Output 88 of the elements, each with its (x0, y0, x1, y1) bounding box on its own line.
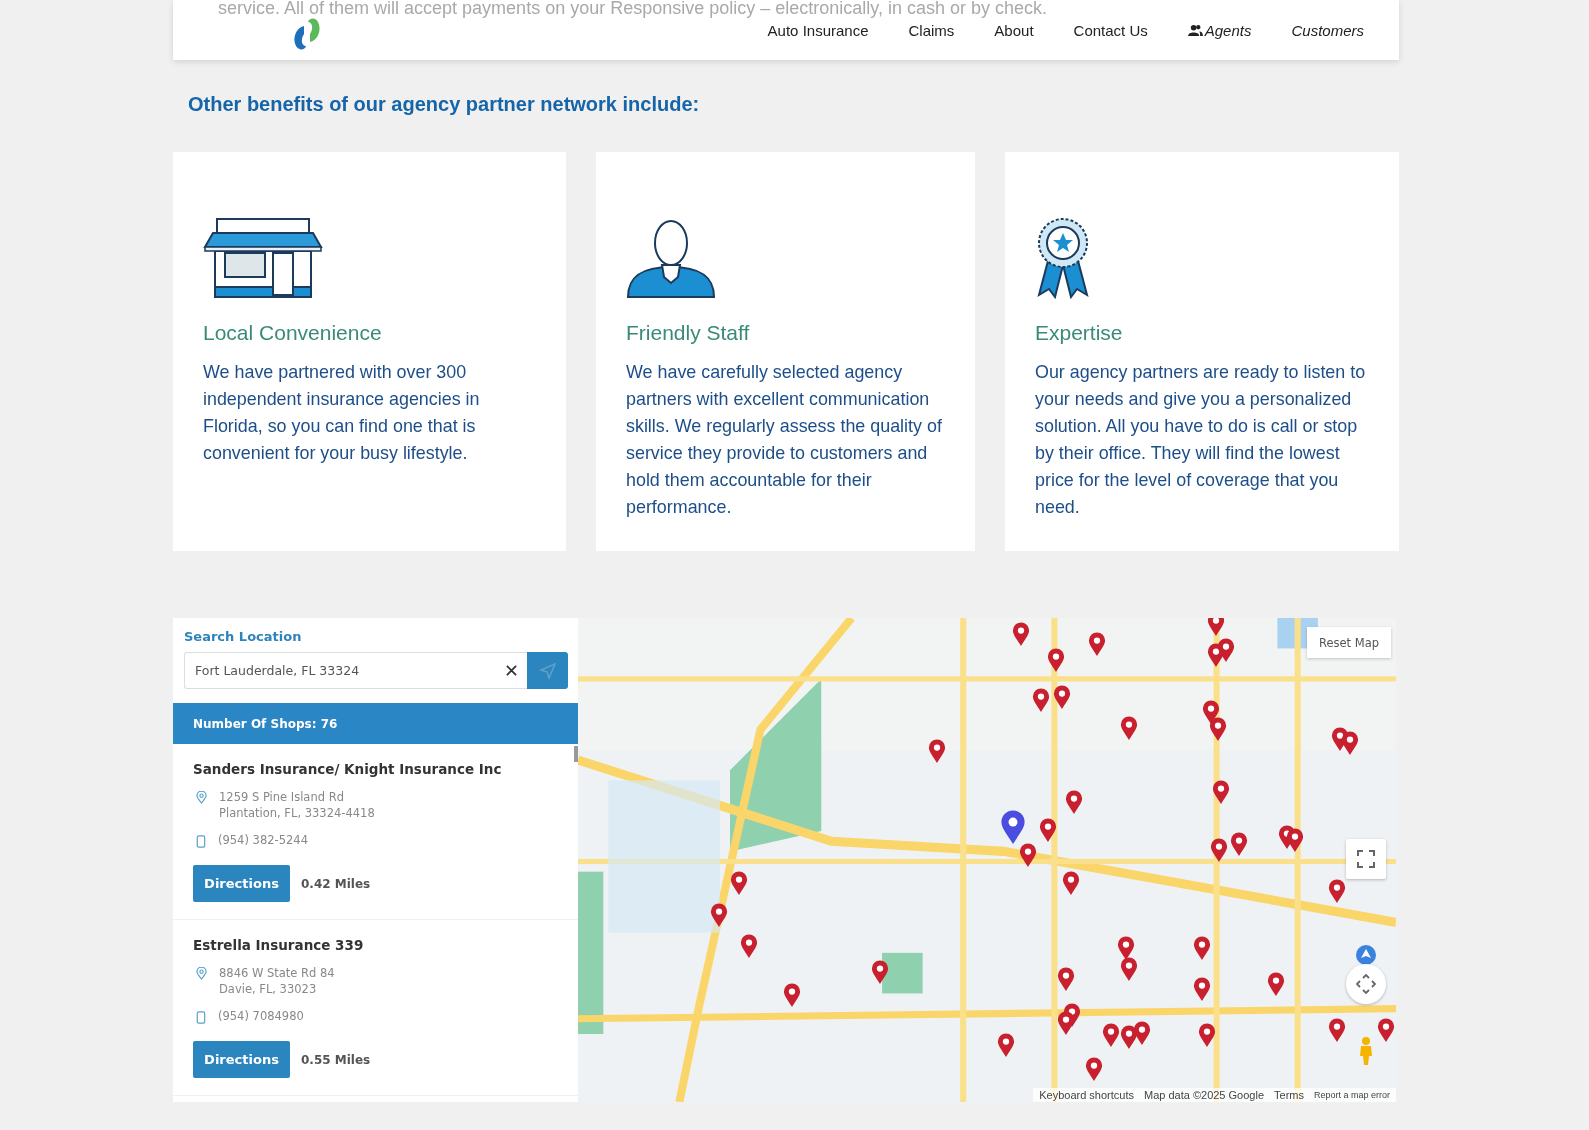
phone-icon (196, 1011, 206, 1024)
attribution-link[interactable]: Terms (1274, 1089, 1304, 1101)
person-icon (626, 217, 716, 299)
search-label: Search Location (184, 629, 303, 644)
map-pin-icon[interactable] (740, 933, 759, 960)
fullscreen-button[interactable] (1346, 839, 1386, 879)
location-icon (196, 967, 207, 980)
directions-button[interactable]: Directions (193, 865, 290, 902)
map-pin-icon[interactable] (1229, 831, 1248, 858)
nav-link[interactable]: Customers (1291, 21, 1364, 39)
distance-text: 0.42 Miles (301, 876, 371, 891)
map-pin-icon[interactable] (1132, 1020, 1151, 1047)
nav-link[interactable]: Claims (908, 21, 955, 39)
location-icon (196, 791, 207, 804)
close-icon[interactable] (506, 665, 517, 676)
card-description: We have partnered with over 300 independent insurance agencies in Florida, so you can find one that is convenient for your busy lifestyle. (203, 361, 481, 465)
map-pin-icon[interactable] (1206, 618, 1225, 638)
map-pin-icon[interactable] (1102, 1022, 1121, 1049)
shop-name: Estrella Insurance 339 (193, 937, 365, 953)
award-ribbon-icon (1035, 217, 1091, 299)
map-pin-icon[interactable] (1032, 687, 1051, 714)
map-pin-icon[interactable] (1285, 827, 1304, 854)
shop-count: Number Of Shops: 76 (193, 716, 338, 731)
map-pin-icon[interactable] (871, 959, 890, 986)
map-pin-icon[interactable] (730, 870, 749, 897)
map-pin-icon[interactable] (1087, 631, 1106, 658)
map-pin-icon[interactable] (1084, 1055, 1103, 1082)
map-pin-icon[interactable] (1052, 684, 1071, 711)
map-pin-icon[interactable] (1056, 1010, 1075, 1037)
address-line: 1259 S Pine Island Rd (219, 789, 345, 805)
attribution-link[interactable]: Report a map error (1313, 1090, 1390, 1100)
address-line: Plantation, FL, 33324-4418 (219, 805, 375, 821)
map-pin-icon[interactable] (927, 738, 946, 765)
card-title: Friendly Staff (626, 321, 751, 345)
nav-link[interactable]: Agents (1187, 21, 1252, 39)
nav-link[interactable]: Contact Us (1073, 21, 1148, 39)
map-pin-icon[interactable] (1216, 636, 1235, 663)
map-pin-icon[interactable] (1193, 935, 1212, 962)
users-icon (1187, 23, 1203, 37)
card-title: Local Convenience (203, 321, 383, 345)
map-pin-icon[interactable] (1120, 714, 1139, 741)
phone-icon (196, 835, 206, 848)
fullscreen-icon (1357, 850, 1375, 868)
map-pin-icon[interactable] (1209, 837, 1228, 864)
map-pin-icon[interactable] (1064, 788, 1083, 815)
section-heading: Other benefits of our agency partner network include: (188, 93, 701, 116)
map-pin-icon[interactable] (1208, 715, 1227, 742)
distance-text: 0.55 Miles (301, 1052, 371, 1067)
nav-link[interactable]: About (994, 21, 1034, 39)
map-pin-icon[interactable] (1056, 966, 1075, 993)
map-pin-icon[interactable] (1120, 956, 1139, 983)
map-pin-icon[interactable] (1328, 878, 1347, 905)
attribution-link[interactable]: Map data ©2025 Google (1144, 1089, 1264, 1101)
phone-number: (954) 382-5244 (218, 833, 308, 847)
reset-map-button[interactable]: Reset Map (1306, 627, 1391, 658)
nav-link[interactable]: Auto Insurance (767, 21, 869, 39)
map-pin-icon[interactable] (999, 809, 1026, 846)
attribution-link[interactable]: Keyboard shortcuts (1039, 1089, 1134, 1101)
search-field[interactable]: Fort Lauderdale, FL 33324 (184, 652, 527, 689)
map-pin-icon[interactable] (1011, 621, 1030, 648)
map-pin-icon[interactable] (709, 902, 728, 929)
move-icon (1356, 974, 1376, 994)
shop-name: Sanders Insurance/ Knight Insurance Inc (193, 761, 503, 777)
phone-number: (954) 7084980 (218, 1009, 304, 1023)
map-pin-icon[interactable] (1267, 971, 1286, 998)
map-pin-icon[interactable] (1193, 976, 1212, 1003)
storefront-icon (203, 217, 323, 299)
map-pin-icon[interactable] (1047, 646, 1066, 673)
directions-button[interactable]: Directions (193, 1041, 290, 1078)
background-text: service. All of them will accept payments on your Responsive policy – electronically, in cash or by check. (218, 0, 1048, 19)
address-line: 8846 W State Rd 84 (219, 965, 335, 981)
card-title: Expertise (1035, 321, 1124, 345)
scrollbar[interactable] (574, 746, 578, 762)
card-description: Our agency partners are ready to listen to your needs and give you a personalized solution. All you have to do is call or stop by their office. They will find the lowest price for the level of coverage that you need. (1035, 361, 1367, 519)
card-description: We have carefully selected agency partners with excellent communication skills. We regularly assess the quality of service they provide to customers and hold them accountable for their performance. (626, 361, 943, 519)
navigation-icon[interactable] (1356, 945, 1376, 965)
map-pin-icon[interactable] (1211, 778, 1230, 805)
map-pin-icon[interactable] (1328, 1017, 1347, 1044)
map-pin-icon[interactable] (1341, 730, 1360, 757)
map-pin-icon[interactable] (782, 981, 801, 1008)
address-line: Davie, FL, 33023 (219, 981, 318, 997)
send-icon (538, 661, 557, 680)
map-pin-icon[interactable] (1198, 1022, 1217, 1049)
map-pin-icon[interactable] (1039, 817, 1058, 844)
map-pin-icon[interactable] (1019, 841, 1038, 868)
map-pin-icon[interactable] (1061, 870, 1080, 897)
map-pin-icon[interactable] (1376, 1017, 1395, 1044)
map-pin-icon[interactable] (996, 1032, 1015, 1059)
